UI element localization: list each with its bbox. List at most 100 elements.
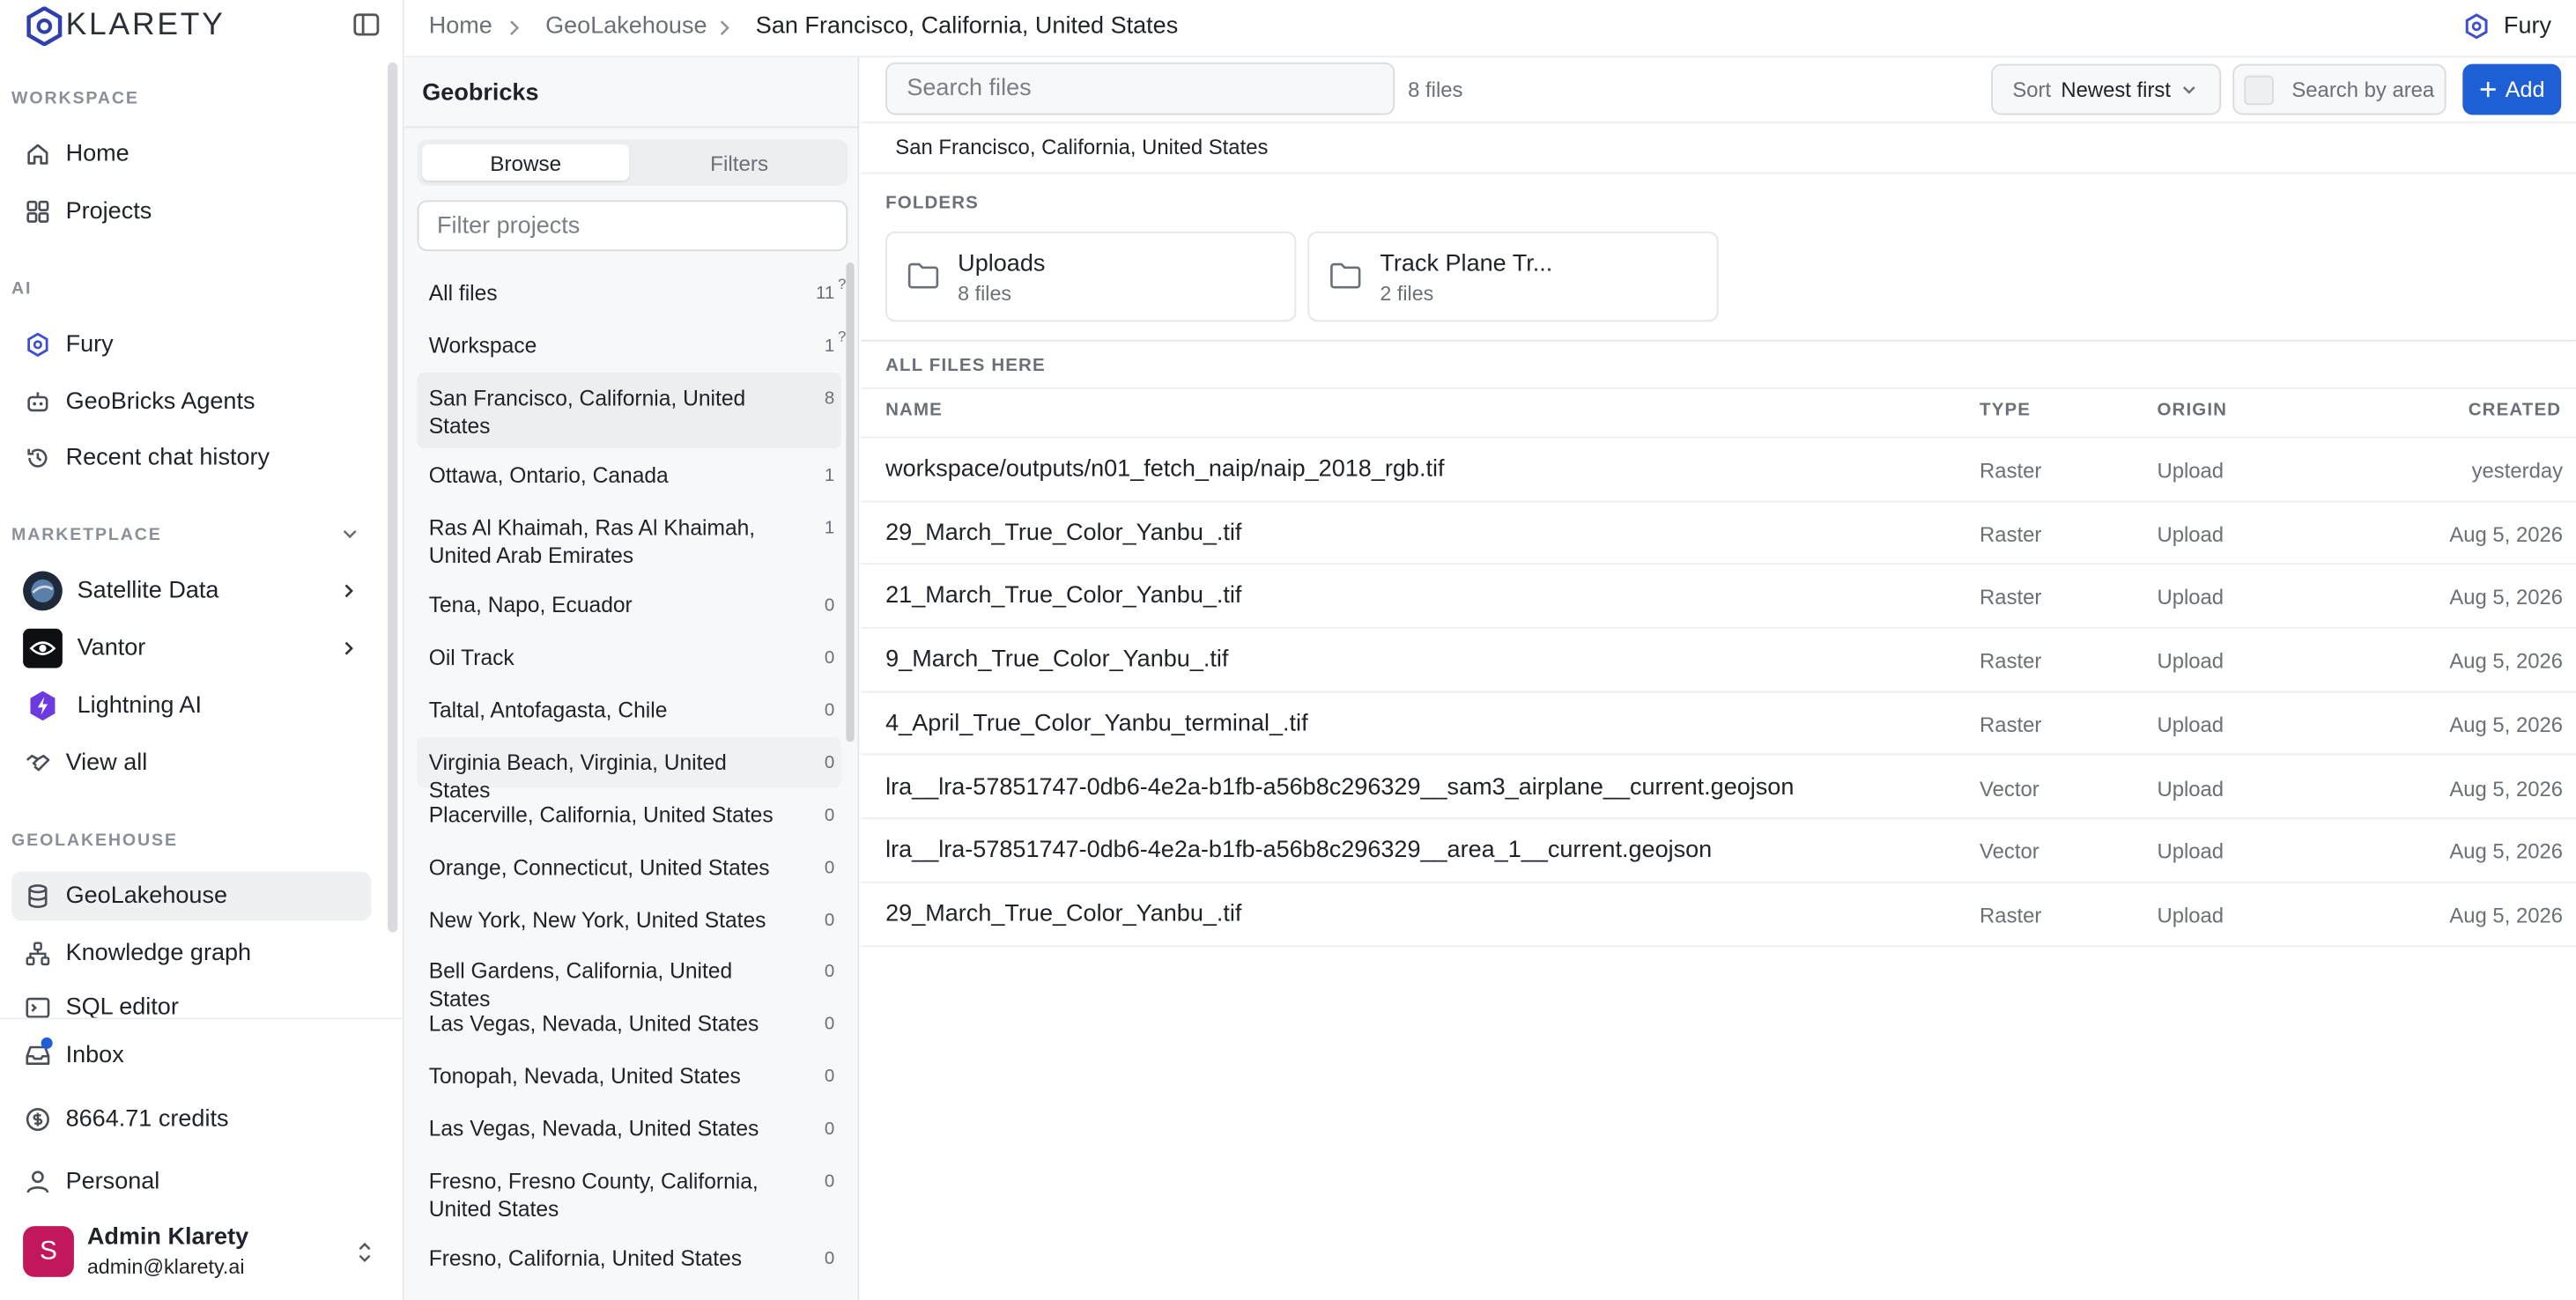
- filter-projects-input[interactable]: [417, 200, 848, 252]
- column-header-created[interactable]: CREATED: [2469, 401, 2561, 420]
- project-count: 0: [824, 1014, 835, 1035]
- help-icon[interactable]: ?: [838, 323, 846, 351]
- table-row[interactable]: 29_March_True_Color_Yanbu_.tif Raster Uplo…: [861, 883, 2576, 947]
- file-type: Raster: [1980, 521, 2042, 547]
- file-name: lra__lra-57851747-0db6-4e2a-b1fb-a56b8c2…: [885, 837, 1713, 864]
- table-row[interactable]: lra__lra-57851747-0db6-4e2a-b1fb-a56b8c2…: [861, 819, 2576, 883]
- file-origin: Upload: [2157, 521, 2224, 547]
- column-header-type[interactable]: TYPE: [1980, 401, 2031, 420]
- sidebar-item-geolakehouse[interactable]: GeoLakehouse: [11, 871, 372, 921]
- sidebar-item-label: Inbox: [65, 1042, 124, 1069]
- project-item[interactable]: Fresno, California, United States 0: [418, 1233, 841, 1284]
- tab-filters[interactable]: Filters: [636, 144, 843, 181]
- collapse-sidebar-icon[interactable]: [352, 10, 384, 42]
- project-count: 0: [824, 806, 835, 826]
- sidebar-item-home[interactable]: Home: [11, 129, 371, 179]
- project-label: All files: [428, 280, 498, 306]
- file-type: Raster: [1980, 648, 2042, 674]
- project-count: 1: [824, 466, 835, 486]
- project-item[interactable]: Workspace 1?: [418, 320, 847, 371]
- file-type: Vector: [1980, 838, 2039, 864]
- project-label: Taltal, Antofagasta, Chile: [428, 698, 668, 723]
- project-item[interactable]: Las Vegas, Nevada, United States 0: [418, 1103, 841, 1154]
- project-item[interactable]: Placerville, California, United States 0: [418, 789, 841, 840]
- project-item[interactable]: Tonopah, Nevada, United States 0: [418, 1051, 841, 1102]
- project-item[interactable]: Virginia Beach, Virginia, United States 0: [417, 736, 841, 802]
- fury-button[interactable]: Fury: [2462, 11, 2551, 41]
- sidebar-item-label: Personal: [65, 1168, 160, 1195]
- table-row[interactable]: 4_April_True_Color_Yanbu_terminal_.tif Ra…: [861, 692, 2576, 757]
- tab-browse[interactable]: Browse: [422, 144, 630, 181]
- user-email: admin@klarety.ai: [86, 1255, 245, 1279]
- file-name: 4_April_True_Color_Yanbu_terminal_.tif: [885, 710, 1308, 737]
- add-button[interactable]: Add: [2462, 63, 2562, 115]
- folder-name: Track Plane Tr...: [1380, 251, 1553, 277]
- chevron-down-icon[interactable]: [340, 524, 359, 543]
- project-item[interactable]: San Francisco, California, United States…: [417, 373, 841, 448]
- folder-card-track-plane[interactable]: Track Plane Tr... 2 files: [1307, 231, 1719, 322]
- search-files-input[interactable]: [885, 62, 1395, 115]
- breadcrumb-geolakehouse[interactable]: GeoLakehouse: [545, 13, 707, 40]
- table-row[interactable]: workspace/outputs/n01_fetch_naip/naip_20…: [861, 439, 2576, 502]
- folder-name: Uploads: [958, 251, 1046, 277]
- file-created: Aug 5, 2026: [2449, 902, 2564, 927]
- table-row[interactable]: lra__lra-57851747-0db6-4e2a-b1fb-a56b8c2…: [861, 756, 2576, 820]
- chevron-right-icon: [720, 20, 729, 35]
- project-label: New York, New York, United States: [428, 907, 766, 933]
- sidebar-item-geobricks-agents[interactable]: GeoBricks Agents: [11, 378, 371, 427]
- sidebar-item-inbox[interactable]: Inbox: [11, 1030, 371, 1080]
- project-list-scrollbar[interactable]: [846, 262, 855, 742]
- project-item[interactable]: Ottawa, Ontario, Canada 1: [418, 450, 841, 501]
- sidebar-item-projects[interactable]: Projects: [11, 187, 371, 236]
- grid-icon: [26, 200, 49, 223]
- sidebar-scrollbar[interactable]: [388, 62, 398, 933]
- breadcrumb-home[interactable]: Home: [429, 13, 492, 40]
- terminal-icon: [26, 997, 50, 1018]
- folder-card-uploads[interactable]: Uploads 8 files: [885, 231, 1297, 322]
- sidebar-item-knowledge-graph[interactable]: Knowledge graph: [11, 929, 371, 979]
- file-created: Aug 5, 2026: [2449, 521, 2564, 547]
- file-name: workspace/outputs/n01_fetch_naip/naip_20…: [885, 456, 1445, 483]
- search-by-area-button[interactable]: Search by area: [2232, 63, 2446, 115]
- project-count: 0: [824, 595, 835, 616]
- project-item[interactable]: Las Vegas, Nevada, United States 0: [418, 998, 841, 1049]
- avatar[interactable]: S: [23, 1226, 74, 1277]
- help-icon[interactable]: ?: [838, 271, 846, 299]
- project-item[interactable]: Taltal, Antofagasta, Chile 0: [418, 684, 841, 735]
- klarety-logo[interactable]: KLARETY: [26, 5, 226, 48]
- project-item[interactable]: All files 11?: [418, 268, 847, 319]
- divider: [861, 387, 2576, 389]
- file-created: yesterday: [2471, 457, 2564, 483]
- project-item[interactable]: Oil Track 0: [418, 632, 841, 683]
- sidebar-item-credits[interactable]: 8664.71 credits: [11, 1095, 371, 1144]
- database-icon: [28, 884, 48, 908]
- marketplace-item-vantor[interactable]: Vantor: [23, 624, 371, 673]
- browse-filter-tabs: Browse Filters: [417, 139, 848, 186]
- sidebar-item-personal[interactable]: Personal: [11, 1157, 371, 1207]
- project-item[interactable]: New York, New York, United States 0: [418, 895, 841, 946]
- table-row[interactable]: 9_March_True_Color_Yanbu_.tif Raster Uploa…: [861, 629, 2576, 693]
- column-header-name[interactable]: NAME: [885, 401, 943, 420]
- sidebar-item-view-all[interactable]: View all: [11, 739, 371, 788]
- sidebar-item-fury[interactable]: Fury: [11, 320, 371, 369]
- sort-dropdown[interactable]: Sort Newest first: [1991, 63, 2222, 115]
- divider: [861, 172, 2576, 174]
- column-header-origin[interactable]: ORIGIN: [2157, 401, 2227, 420]
- project-label: Ras Al Khaimah, Ras Al Khaimah, United A…: [428, 515, 756, 568]
- project-item[interactable]: Orange, Connecticut, United States 0: [418, 842, 841, 893]
- marketplace-item-satellite-data[interactable]: Satellite Data: [23, 566, 371, 616]
- project-item[interactable]: Bell Gardens, California, United States 0: [418, 945, 841, 1011]
- project-count: 0: [824, 1119, 835, 1140]
- dollar-icon: [26, 1107, 49, 1132]
- sidebar-item-label: Knowledge graph: [65, 940, 252, 967]
- project-item[interactable]: Ras Al Khaimah, Ras Al Khaimah, United A…: [418, 502, 841, 578]
- table-row[interactable]: 29_March_True_Color_Yanbu_.tif Raster Uplo…: [861, 502, 2576, 565]
- sidebar-item-recent-chat-history[interactable]: Recent chat history: [11, 433, 371, 483]
- table-row[interactable]: 21_March_True_Color_Yanbu_.tif Raster Uplo…: [861, 565, 2576, 629]
- sidebar-item-sql-editor[interactable]: SQL editor: [11, 985, 371, 1018]
- project-item[interactable]: Fresno, Fresno County, California, Unite…: [418, 1156, 841, 1231]
- project-count: 0: [824, 911, 835, 931]
- project-item[interactable]: Tena, Napo, Ecuador 0: [418, 580, 841, 631]
- marketplace-item-lightning-ai[interactable]: Lightning AI: [23, 681, 371, 730]
- chevron-up-down-icon[interactable]: [355, 1241, 374, 1264]
